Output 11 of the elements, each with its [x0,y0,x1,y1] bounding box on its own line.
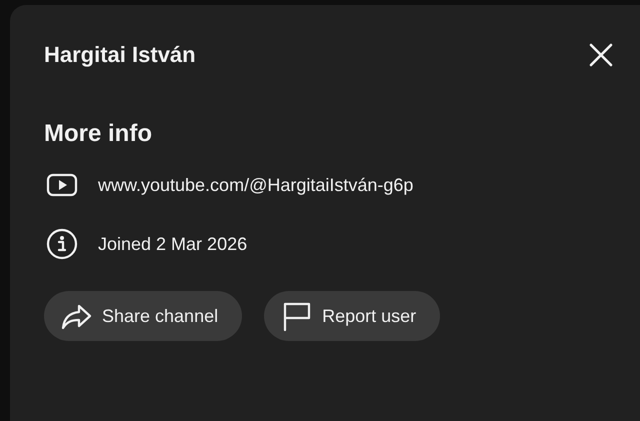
share-button[interactable]: Share channel [44,291,242,341]
video-icon [46,174,78,196]
flag-icon [284,302,310,332]
detail-text: Joined 2 Mar 2026 [98,232,248,256]
report-button[interactable]: Report user [264,291,440,341]
dialog-title: Hargitai István [44,41,196,69]
info-icon [46,228,78,260]
channel-link[interactable]: www.youtube.com/@HargitaiIstván-g6p [98,172,414,198]
section-heading: More info [44,119,153,149]
close-button[interactable] [588,42,614,68]
share-icon [62,304,92,330]
